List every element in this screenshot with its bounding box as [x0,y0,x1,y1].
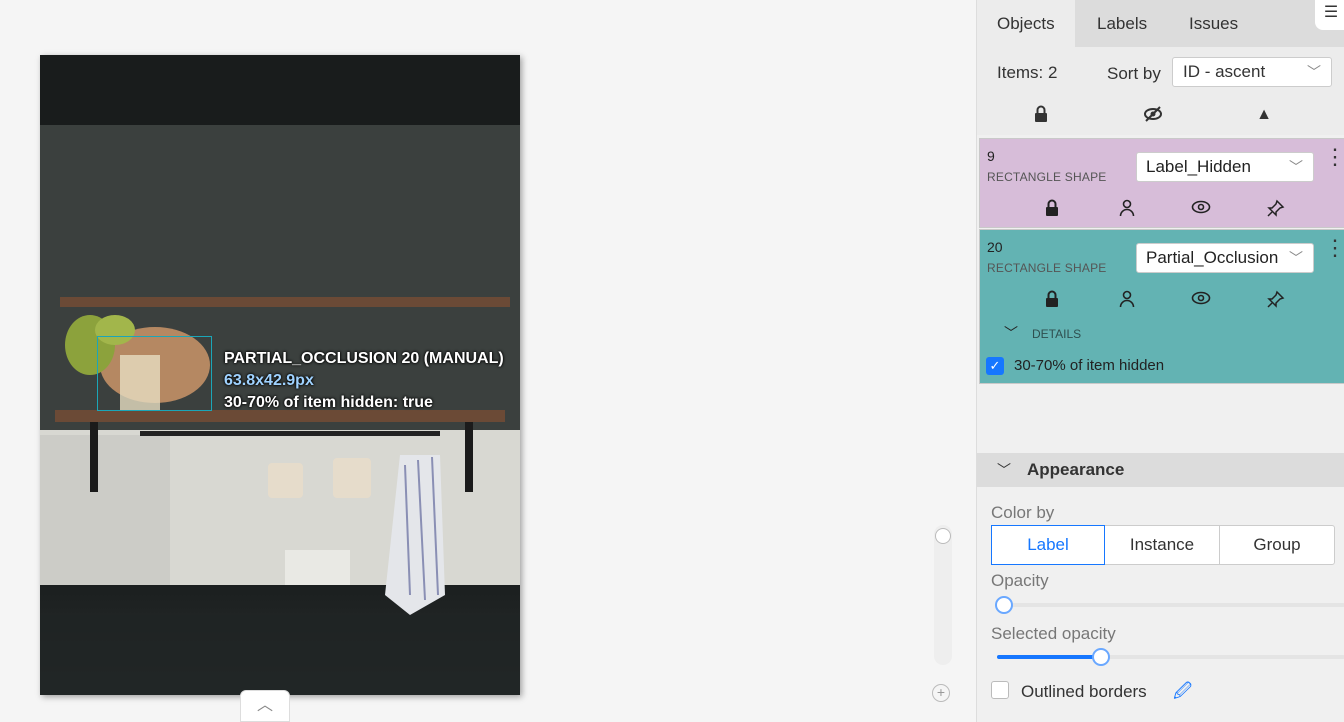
outlined-borders-checkbox[interactable] [991,681,1009,699]
tab-issues[interactable]: Issues [1169,0,1258,47]
eye-icon[interactable] [1191,290,1211,310]
lock-icon[interactable] [1031,105,1051,125]
pin-icon[interactable] [1266,199,1286,219]
sort-select-value: ID - ascent [1183,62,1266,81]
shape-label-title: PARTIAL_OCCLUSION 20 (MANUAL) [224,350,504,367]
appearance-title: Appearance [1027,460,1125,479]
chevron-down-icon: ﹀ [1307,64,1321,80]
sort-select[interactable]: ID - ascent ﹀ [1172,57,1332,87]
outlined-borders-label: Outlined borders [1021,682,1147,701]
lock-icon[interactable] [1042,290,1062,310]
opacity-slider-handle[interactable] [994,596,1013,614]
shape-label-attribute: 30-70% of item hidden: true [224,394,433,411]
object-label-value: Label_Hidden [1146,157,1251,176]
selected-opacity-label: Selected opacity [991,624,1116,643]
annotation-bounding-box[interactable] [97,336,212,411]
zoom-slider-handle[interactable] [935,528,951,544]
appearance-section-header[interactable]: ﹀ Appearance [977,453,1344,487]
object-card-20[interactable]: 20 RECTANGLE SHAPE Partial_Occlusion ﹀ ⋮… [979,229,1344,384]
attribute-label: 30-70% of item hidden [1014,357,1165,374]
details-toggle[interactable]: ﹀ DETAILS [1004,323,1081,343]
selected-opacity-slider-handle[interactable] [1092,648,1111,666]
shape-label-size: 63.8x42.9px [224,372,314,389]
more-options-icon[interactable]: ⋮ [1324,237,1344,276]
color-by-label: Color by [991,503,1055,522]
object-card-9[interactable]: 9 RECTANGLE SHAPE Label_Hidden ﹀ ⋮ [979,138,1344,228]
zoom-in-icon[interactable]: + [932,684,950,702]
color-by-group-option[interactable]: Group [1220,526,1334,564]
sort-label: Sort by [1107,64,1161,83]
color-by-label-option[interactable]: Label [991,525,1105,565]
chevron-down-icon: ﹀ [1289,159,1303,175]
opacity-slider-track[interactable] [997,603,1344,607]
eye-slash-icon[interactable] [1143,105,1163,125]
details-label: DETAILS [1032,327,1082,341]
object-id: 20 [987,239,1003,255]
object-id: 9 [987,148,995,164]
pin-icon[interactable] [1266,290,1286,310]
color-by-instance-option[interactable]: Instance [1105,526,1220,564]
shape-info-label: PARTIAL_OCCLUSION 20 (MANUAL) 63.8x42.9p… [224,348,504,414]
lock-icon[interactable] [1042,199,1062,219]
tab-labels[interactable]: Labels [1077,0,1167,47]
attribute-checkbox[interactable]: ✓ [986,357,1004,376]
chevron-down-icon: ﹀ [997,462,1011,478]
object-type: RECTANGLE SHAPE [987,261,1107,275]
object-label-select[interactable]: Partial_Occlusion ﹀ [1136,243,1314,273]
objects-header: Items: 2 Sort by ID - ascent ﹀ ▲ [977,47,1344,135]
object-type: RECTANGLE SHAPE [987,170,1107,184]
more-options-icon[interactable]: ⋮ [1324,146,1344,185]
zoom-slider-track[interactable] [934,525,952,665]
opacity-label: Opacity [991,571,1049,590]
object-label-value: Partial_Occlusion [1146,248,1279,267]
attribute-row[interactable]: ✓ 30-70% of item hidden [986,357,1165,376]
eye-icon[interactable] [1191,199,1211,219]
collapse-sidebar-icon[interactable]: ☰ [1315,0,1344,30]
chevron-up-icon[interactable]: ︿ [240,690,290,722]
color-picker-icon[interactable]: 🖉 [1173,679,1192,709]
caret-up-icon[interactable]: ▲ [1254,105,1274,125]
sidebar-tabs: Objects Labels Issues [977,0,1344,47]
objects-sidebar: Objects Labels Issues ☰ Items: 2 Sort by… [976,0,1344,722]
canvas-workspace[interactable]: PARTIAL_OCCLUSION 20 (MANUAL) 63.8x42.9p… [0,0,970,722]
appearance-panel: Color by Label Instance Group Opacity Se… [977,487,1344,722]
chevron-down-icon: ﹀ [1004,325,1018,341]
chevron-down-icon: ﹀ [1289,250,1303,266]
items-count: Items: 2 [997,63,1058,82]
tab-objects[interactable]: Objects [977,0,1075,47]
object-label-select[interactable]: Label_Hidden ﹀ [1136,152,1314,182]
user-icon[interactable] [1117,199,1137,219]
user-icon[interactable] [1117,290,1137,310]
selected-opacity-slider-fill [997,655,1102,659]
color-by-segmented: Label Instance Group [991,525,1335,565]
